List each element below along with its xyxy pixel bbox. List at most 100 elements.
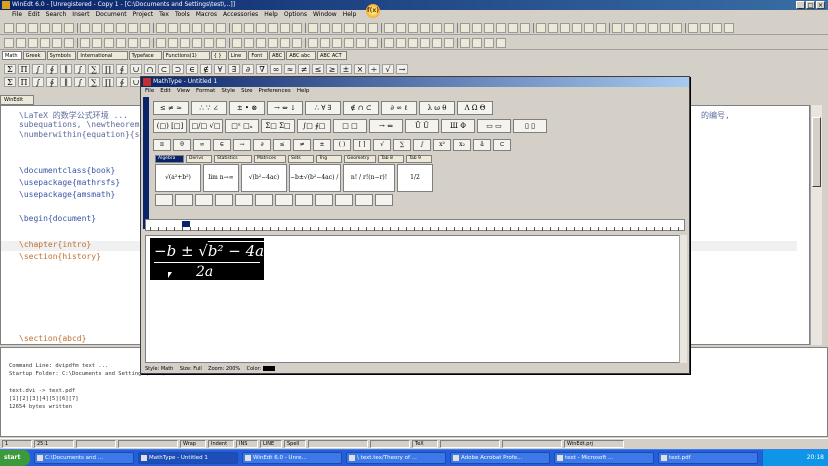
math-symbol-button[interactable]: ∏: [102, 77, 114, 87]
toolbar-button-icon[interactable]: [156, 38, 166, 48]
mathtype-small-template-button[interactable]: [255, 194, 273, 206]
palette-tab-3[interactable]: International: [77, 51, 128, 60]
math-symbol-button[interactable]: ≤: [312, 64, 324, 74]
toolbar-button-icon[interactable]: [244, 23, 254, 33]
toolbar-button-icon[interactable]: [256, 38, 266, 48]
toolbar-button-icon[interactable]: [204, 38, 214, 48]
mathtype-menu-file[interactable]: File: [145, 88, 154, 94]
toolbar-button-icon[interactable]: [496, 38, 506, 48]
mathtype-vertical-scrollbar[interactable]: [679, 235, 687, 363]
mathtype-tab-tab-9[interactable]: Tab 9: [406, 155, 432, 163]
toolbar-button-icon[interactable]: [648, 23, 658, 33]
toolbar-button-icon[interactable]: [116, 23, 126, 33]
toolbar-button-icon[interactable]: [180, 38, 190, 48]
toolbar-button-icon[interactable]: [484, 23, 494, 33]
math-symbol-button[interactable]: ⊃: [172, 64, 184, 74]
toolbar-button-icon[interactable]: [432, 38, 442, 48]
color-swatch[interactable]: [262, 366, 275, 371]
taskbar-item-6[interactable]: text.pdf: [658, 452, 758, 464]
taskbar-item-5[interactable]: text - Microsoft ...: [554, 452, 654, 464]
menu-item-macros[interactable]: Macros: [196, 11, 217, 18]
mathtype-symbol-palette[interactable]: ≤ ≠ ≈: [153, 101, 189, 115]
mathtype-small-template-button[interactable]: [295, 194, 313, 206]
mathtype-small-symbol[interactable]: ≤: [273, 139, 291, 151]
toolbar-button-icon[interactable]: [712, 23, 722, 33]
mathtype-small-template-button[interactable]: [155, 194, 173, 206]
toolbar-button-icon[interactable]: [216, 23, 226, 33]
math-symbol-button[interactable]: ∮: [46, 77, 58, 87]
math-symbol-button[interactable]: ∮: [116, 64, 128, 74]
toolbar-button-icon[interactable]: [548, 23, 558, 33]
mathtype-small-template-button[interactable]: [335, 194, 353, 206]
mathtype-small-symbol[interactable]: [ ]: [353, 139, 371, 151]
mathtype-small-symbol[interactable]: ∫: [413, 139, 431, 151]
toolbar-button-icon[interactable]: [356, 38, 366, 48]
math-symbol-button[interactable]: ∫: [74, 77, 86, 87]
mathtype-template-palette[interactable]: ▯ ▯: [513, 119, 547, 133]
toolbar-button-icon[interactable]: [4, 23, 14, 33]
math-symbol-button[interactable]: ∀: [214, 64, 226, 74]
mathtype-small-symbol[interactable]: π: [153, 139, 171, 151]
math-symbol-button[interactable]: ∑: [88, 64, 100, 74]
mathtype-template-palette[interactable]: ▭ ▭: [477, 119, 511, 133]
toolbar-button-icon[interactable]: [444, 38, 454, 48]
toolbar-button-icon[interactable]: [384, 23, 394, 33]
math-symbol-button[interactable]: ÷: [368, 64, 380, 74]
mathtype-tab-tab-8[interactable]: Tab 8: [378, 155, 404, 163]
mathtype-tab-geometry[interactable]: Geometry: [344, 155, 376, 163]
toolbar-button-icon[interactable]: [40, 23, 50, 33]
toolbar-button-icon[interactable]: [156, 23, 166, 33]
toolbar-button-icon[interactable]: [180, 23, 190, 33]
math-symbol-button[interactable]: ×: [354, 64, 366, 74]
minimize-button[interactable]: _: [796, 1, 805, 9]
toolbar-button-icon[interactable]: [396, 38, 406, 48]
mathtype-small-symbol[interactable]: →: [233, 139, 251, 151]
palette-tab-9[interactable]: ABC: [269, 51, 286, 60]
toolbar-button-icon[interactable]: [660, 23, 670, 33]
toolbar-button-icon[interactable]: [700, 23, 710, 33]
toolbar-button-icon[interactable]: [356, 23, 366, 33]
menu-item-project[interactable]: Project: [133, 11, 154, 18]
mathtype-small-symbol[interactable]: √: [373, 139, 391, 151]
mathtype-document-area[interactable]: −b ± √b² − 4ac 2a: [145, 235, 685, 363]
math-symbol-button[interactable]: ∏: [102, 64, 114, 74]
mathtype-template-palette[interactable]: Ш Φ: [441, 119, 475, 133]
math-symbol-button[interactable]: ∉: [200, 64, 212, 74]
mathtype-small-symbol[interactable]: x₂: [453, 139, 471, 151]
toolbar-button-icon[interactable]: [596, 23, 606, 33]
toolbar-button-icon[interactable]: [204, 23, 214, 33]
toolbar-button-icon[interactable]: [28, 23, 38, 33]
menu-item-options[interactable]: Options: [284, 11, 307, 18]
menu-item-help[interactable]: Help: [343, 11, 357, 18]
mathtype-template-palette[interactable]: ∫□ ∮□: [297, 119, 331, 133]
mathtype-menu-view[interactable]: View: [177, 88, 190, 94]
mathtype-template-palette[interactable]: □ˣ □ₓ: [225, 119, 259, 133]
menu-item-search[interactable]: Search: [46, 11, 67, 18]
mathtype-menu-preferences[interactable]: Preferences: [258, 88, 290, 94]
menu-item-tex[interactable]: Tex: [159, 11, 169, 18]
toolbar-button-icon[interactable]: [92, 38, 102, 48]
palette-tab-4[interactable]: Typeface: [128, 51, 162, 60]
mathtype-expression-template[interactable]: n! / r!(n−r)!: [343, 164, 395, 192]
toolbar-button-icon[interactable]: [4, 38, 14, 48]
toolbar-button-icon[interactable]: [320, 23, 330, 33]
toolbar-button-icon[interactable]: [368, 38, 378, 48]
toolbar-button-icon[interactable]: [64, 23, 74, 33]
mathtype-symbol-palette[interactable]: ∴ ∀ ∃: [305, 101, 341, 115]
mathtype-small-symbol[interactable]: ∂: [253, 139, 271, 151]
toolbar-button-icon[interactable]: [560, 23, 570, 33]
toolbar-button-icon[interactable]: [460, 23, 470, 33]
mathtype-small-symbol[interactable]: ≠: [293, 139, 311, 151]
toolbar-button-icon[interactable]: [192, 23, 202, 33]
toolbar-button-icon[interactable]: [140, 23, 150, 33]
math-symbol-button[interactable]: ∃: [228, 64, 240, 74]
mathtype-toolbar-grip[interactable]: [143, 97, 149, 229]
toolbar-button-icon[interactable]: [280, 38, 290, 48]
toolbar-button-icon[interactable]: [168, 23, 178, 33]
toolbar-button-icon[interactable]: [292, 23, 302, 33]
math-symbol-button[interactable]: ≥: [326, 64, 338, 74]
toolbar-button-icon[interactable]: [724, 23, 734, 33]
toolbar-button-icon[interactable]: [216, 38, 226, 48]
math-symbol-button[interactable]: ∪: [130, 64, 142, 74]
math-symbol-button[interactable]: Σ: [4, 64, 16, 74]
